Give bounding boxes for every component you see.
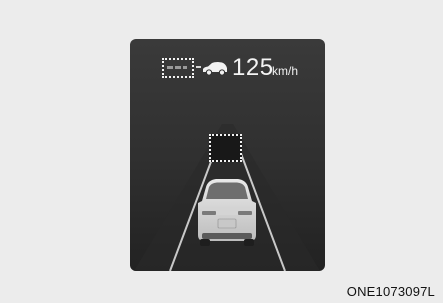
speed-value: 125 (232, 54, 274, 81)
lead-vehicle-icon (203, 62, 227, 76)
target-vehicle-indicator (209, 134, 242, 162)
distance-gap-mark (196, 66, 201, 72)
cluster-display: 125 km/h (130, 39, 325, 271)
figure-code: ONE1073097L (346, 284, 435, 299)
distance-level-indicator (162, 58, 194, 78)
own-vehicle-icon (198, 179, 256, 246)
hud-row: 125 km/h (162, 55, 312, 81)
speed-unit: km/h (272, 64, 299, 78)
distance-bars-icon (167, 66, 187, 69)
